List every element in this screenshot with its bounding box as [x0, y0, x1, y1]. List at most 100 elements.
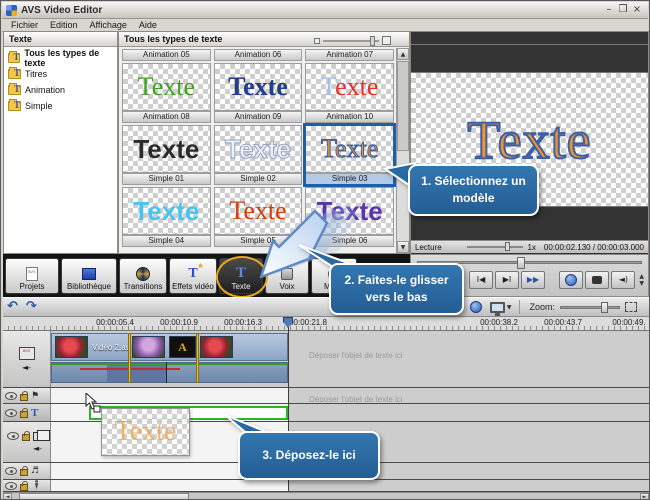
visibility-eye-icon[interactable] — [5, 409, 17, 417]
fit-timeline-icon[interactable] — [625, 302, 637, 312]
tree-item-simple[interactable]: T Simple — [4, 98, 117, 114]
folder-text-icon: T — [8, 53, 20, 63]
template-simple-02[interactable]: Texte Simple 02 — [214, 125, 303, 185]
visibility-eye-icon[interactable] — [5, 482, 17, 490]
hscrollbar-thumb[interactable] — [19, 493, 189, 500]
bibliotheque-button[interactable]: Bibliothèque — [61, 258, 117, 294]
scroll-right-icon[interactable]: ► — [640, 493, 649, 500]
template-simple-03-selected[interactable]: Texte Simple 03 — [305, 125, 394, 185]
clip-name: Vidéo 2.avi — [92, 343, 131, 352]
preview-text: Texte — [467, 109, 591, 171]
effets-video-button[interactable]: T★ Effets vidéo — [169, 258, 217, 294]
menu-fichier[interactable]: Fichier — [6, 20, 43, 30]
ruler-label: 00:00:38.2 — [480, 318, 518, 327]
folder-text-icon: T — [8, 85, 21, 95]
effects-track-icon: ⚑ — [31, 391, 39, 401]
preview-panel: Texte Lecture 1x 00:00:02.130 / 00:00:03… — [410, 31, 649, 254]
template-animation-09[interactable]: Texte Animation 09 — [214, 63, 303, 123]
zoom-label: Zoom: — [529, 302, 555, 312]
size-slider-thumb[interactable] — [370, 36, 375, 46]
dragged-text-ghost: Texte — [101, 408, 190, 456]
template-simple-01[interactable]: Texte Simple 01 — [122, 125, 211, 185]
close-button[interactable]: × — [630, 4, 644, 16]
transition-marker[interactable] — [128, 333, 131, 383]
projets-button[interactable]: AVS Projets — [5, 258, 59, 294]
video-clip-strip[interactable]: Vidéo 2.avi A — [51, 333, 288, 361]
video-effects-icon: T★ — [188, 266, 197, 282]
lock-icon[interactable] — [20, 484, 28, 491]
audio-waveform-strip[interactable] — [51, 362, 288, 383]
title-bar[interactable]: AVS Video Editor – ❒ × — [2, 2, 648, 19]
template-label[interactable]: Animation 05 — [122, 49, 211, 61]
callout-step3: 3. Déposez-le ici — [238, 431, 380, 480]
video-track-header: AVS ◄- — [3, 331, 51, 387]
volume-dropdown-icon[interactable]: ▲▼ — [639, 273, 644, 287]
ruler-label: 00:00:49. — [612, 318, 645, 327]
template-label[interactable]: Animation 06 — [214, 49, 303, 61]
maximize-button[interactable]: ❒ — [616, 4, 630, 16]
publish-icon[interactable] — [470, 301, 482, 313]
menu-aide[interactable]: Aide — [134, 20, 162, 30]
seek-slider-thumb[interactable] — [517, 257, 525, 269]
speaker-mute-icon[interactable]: ◄- — [22, 363, 31, 372]
folder-text-icon: T — [8, 69, 21, 79]
transitions-button[interactable]: Transitions — [119, 258, 167, 294]
tree-item-titres[interactable]: T Titres — [4, 66, 117, 82]
previous-frame-button[interactable]: I◀ — [469, 271, 493, 289]
visibility-eye-icon[interactable] — [7, 432, 19, 440]
split-button[interactable] — [559, 271, 583, 289]
template-label[interactable]: Animation 07 — [305, 49, 394, 61]
template-animation-10[interactable]: Texte Animation 10 — [305, 63, 394, 123]
transition-marker[interactable] — [196, 333, 199, 383]
lock-icon[interactable] — [20, 469, 28, 476]
clip-thumbnail-purple-flowers[interactable] — [132, 336, 165, 358]
scroll-up-icon[interactable]: ▲ — [397, 48, 409, 60]
callout-step2: 2. Faites-le glisser vers le bas — [329, 263, 464, 315]
visibility-eye-icon[interactable] — [5, 467, 17, 475]
redo-icon[interactable]: ↷ — [22, 299, 41, 315]
fast-forward-button[interactable]: ▶▶ — [521, 271, 545, 289]
zoom-slider-thumb[interactable] — [601, 302, 608, 313]
speed-slider[interactable] — [467, 246, 523, 248]
voice-track[interactable]: 🕴 — [3, 480, 649, 492]
ruler-label: 00:00:16.3 — [224, 318, 262, 327]
scroll-down-icon[interactable]: ▼ — [397, 241, 409, 253]
lecture-bar: Lecture 1x 00:00:02.130 / 00:00:03.000 — [411, 240, 648, 253]
clip-thumbnail-flower[interactable] — [55, 336, 88, 358]
next-frame-button[interactable]: ▶I — [495, 271, 519, 289]
overlay-track-header: ◄- — [3, 422, 51, 462]
snapshot-camera-button[interactable] — [585, 271, 609, 289]
timeline-ruler[interactable]: 00:00:05.4 00:00:10.9 00:00:16.3 00:00:2… — [3, 317, 649, 331]
gallery-scrollbar-thumb[interactable] — [397, 61, 409, 151]
template-simple-04[interactable]: Texte Simple 04 — [122, 187, 211, 247]
clip-thumbnail-letter[interactable]: A — [169, 336, 196, 358]
lock-icon[interactable] — [22, 434, 30, 441]
lock-icon[interactable] — [20, 394, 28, 401]
timeline-zoom-slider[interactable] — [560, 306, 620, 309]
text-track-header: T — [3, 404, 51, 421]
timeline-hscrollbar[interactable]: ◄ ► — [3, 492, 649, 500]
timeline-toolbar: ↶ ↷ d ▼ Zoom: — [3, 297, 649, 317]
scroll-left-icon[interactable]: ◄ — [3, 493, 12, 500]
monitor-icon[interactable] — [490, 302, 505, 313]
lock-icon[interactable] — [20, 411, 28, 418]
tree-item-tous-les-types[interactable]: T Tous les types de texte — [4, 50, 117, 66]
visibility-eye-icon[interactable] — [5, 392, 17, 400]
monitor-dropdown-icon[interactable]: ▼ — [507, 304, 512, 311]
volume-envelope-line[interactable] — [51, 363, 288, 365]
gallery-scrollbar[interactable]: ▲ ▼ — [396, 48, 409, 253]
volume-button[interactable]: ◄) — [611, 271, 635, 289]
menu-edition[interactable]: Edition — [45, 20, 83, 30]
template-animation-08[interactable]: Texte Animation 08 — [122, 63, 211, 123]
text-track-icon: T — [31, 407, 38, 419]
drag-cursor-icon — [85, 393, 101, 413]
undo-icon[interactable]: ↶ — [3, 299, 22, 315]
minimize-button[interactable]: – — [602, 4, 616, 16]
time-display: 00:00:02.130 / 00:00:03.000 — [544, 243, 644, 252]
clip-thumbnail-flower[interactable] — [200, 336, 233, 358]
menu-affichage[interactable]: Affichage — [85, 20, 132, 30]
speaker-mute-icon[interactable]: ◄- — [33, 444, 42, 453]
audio-track-header: ♬ — [3, 463, 51, 479]
thumbnail-size-slider[interactable] — [314, 36, 391, 45]
tree-item-animation[interactable]: T Animation — [4, 82, 117, 98]
